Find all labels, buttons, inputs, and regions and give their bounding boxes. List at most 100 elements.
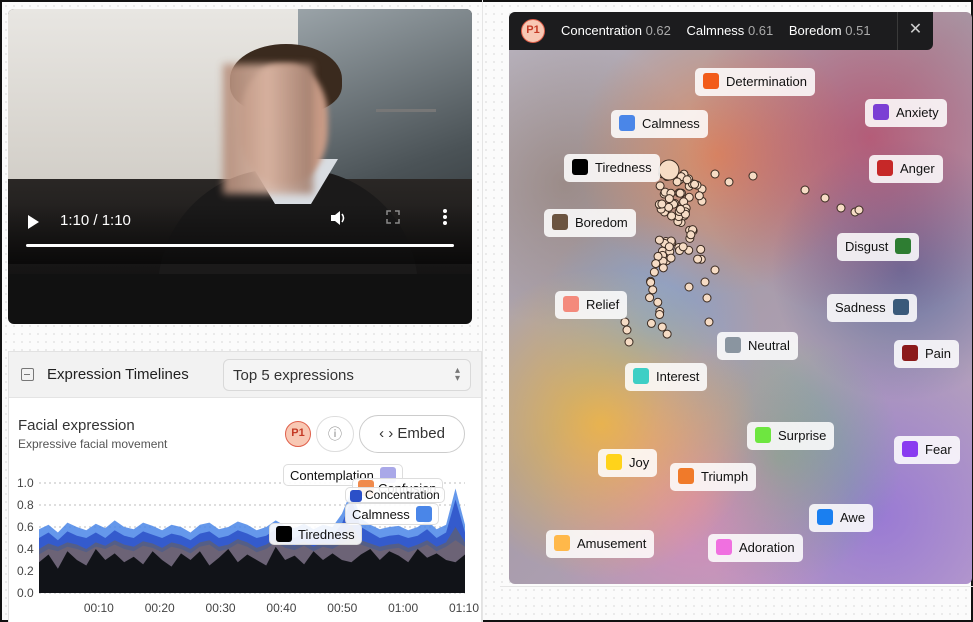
swatch (606, 454, 622, 470)
expression-filter-select[interactable]: Top 5 expressions ▴ ▾ (223, 359, 471, 391)
volume-icon[interactable] (330, 210, 348, 226)
map-label-triumph[interactable]: Triumph (670, 463, 757, 491)
trajectory-dot (620, 317, 630, 327)
swatch (554, 535, 570, 551)
trajectory-dot (662, 329, 672, 339)
swatch (563, 296, 579, 312)
section-title: Facial expression (18, 417, 135, 434)
swatch (902, 441, 918, 457)
map-label-surprise[interactable]: Surprise (747, 422, 835, 450)
stat-name: Boredom (788, 23, 842, 38)
video-controls: 1:10 / 1:10 (8, 204, 472, 264)
legend-label: Concentration (365, 488, 440, 502)
embed-label: Embed (397, 425, 445, 442)
trajectory-dot (836, 203, 846, 213)
swatch (892, 299, 909, 315)
trajectory-dot (657, 322, 667, 332)
info-icon[interactable]: ⓘ (316, 416, 354, 452)
trajectory-dot (686, 230, 696, 240)
chip-label: Calmness (642, 116, 700, 131)
chip-label: Pain (925, 346, 952, 361)
legend-label: Calmness (352, 507, 410, 522)
map-label-awe[interactable]: Awe (809, 504, 874, 532)
chip-label: Disgust (845, 239, 889, 254)
map-label-determination[interactable]: Determination (695, 68, 815, 96)
chip-label: Anger (900, 161, 935, 176)
video-player[interactable]: 1:10 / 1:10 (8, 9, 472, 324)
chip-label: Tiredness (595, 160, 652, 175)
map-label-anger[interactable]: Anger (869, 155, 943, 183)
chip-label: Anxiety (896, 105, 939, 120)
swatch (703, 73, 719, 89)
x-tick-label: 00:30 (206, 601, 236, 615)
swatch (895, 238, 912, 254)
chip-label: Interest (656, 369, 700, 384)
column-divider (482, 0, 483, 622)
trajectory-dot (724, 177, 734, 187)
trajectory-dot (690, 179, 700, 189)
trajectory-dot (657, 199, 667, 209)
trajectory-dot (664, 242, 674, 252)
trajectory-dot (666, 253, 676, 263)
trajectory-dot (622, 325, 632, 335)
map-label-calmness[interactable]: Calmness (611, 110, 708, 138)
panel-title: Expression Timelines (47, 366, 189, 383)
map-label-neutral[interactable]: Neutral (717, 332, 798, 360)
trajectory-dot (655, 310, 665, 320)
bottom-strip (500, 586, 973, 620)
map-label-disgust[interactable]: Disgust (837, 233, 920, 261)
legend-swatch (350, 490, 362, 502)
map-label-pain[interactable]: Pain (894, 340, 960, 368)
trajectory-dot (710, 265, 720, 275)
code-icon: ‹ › (379, 425, 394, 442)
swatch (572, 159, 588, 175)
participant-badge[interactable]: P1 (285, 421, 311, 447)
map-label-sadness[interactable]: Sadness (827, 294, 917, 322)
map-label-boredom[interactable]: Boredom (544, 209, 636, 237)
close-icon[interactable]: ✕ (897, 12, 933, 50)
map-label-amusement[interactable]: Amusement (546, 530, 655, 558)
collapse-icon[interactable] (21, 368, 34, 381)
panel-header: Expression Timelines Top 5 expressions ▴… (9, 352, 481, 398)
map-label-interest[interactable]: Interest (625, 363, 708, 391)
expression-timelines-panel: Expression Timelines Top 5 expressions ▴… (8, 351, 482, 622)
y-tick-label: 1.0 (17, 476, 34, 490)
x-tick-label: 00:50 (327, 601, 357, 615)
current-position-dot (658, 159, 680, 181)
map-label-adoration[interactable]: Adoration (708, 534, 803, 562)
trajectory-dot (676, 204, 686, 214)
trajectory-dot (696, 244, 706, 254)
select-value: Top 5 expressions (233, 367, 354, 384)
chip-label: Sadness (835, 300, 886, 315)
trajectory-dot (682, 175, 692, 185)
map-label-anxiety[interactable]: Anxiety (865, 99, 947, 127)
swatch (755, 427, 771, 443)
x-tick-label: 00:10 (84, 601, 114, 615)
trajectory-dot (704, 317, 714, 327)
y-tick-label: 0.0 (17, 586, 34, 600)
embed-button[interactable]: ‹ › Embed (359, 415, 465, 453)
blurred-face (223, 64, 313, 194)
trajectory-dot (693, 254, 703, 264)
trajectory-dot (624, 337, 634, 347)
fullscreen-icon[interactable] (386, 210, 400, 224)
map-label-relief[interactable]: Relief (555, 291, 628, 319)
video-progress-bar[interactable] (26, 244, 454, 247)
more-vertical-icon[interactable] (442, 208, 448, 226)
swatch (873, 104, 889, 120)
x-tick-label: 01:00 (388, 601, 418, 615)
legend-swatch (276, 526, 292, 542)
map-label-joy[interactable]: Joy (598, 449, 658, 477)
play-icon[interactable] (28, 215, 39, 229)
y-tick-label: 0.6 (17, 520, 34, 534)
stat-name: Concentration (561, 23, 642, 38)
chip-label: Surprise (778, 428, 827, 443)
trajectory-dot (854, 205, 864, 215)
trajectory-dot (648, 285, 658, 295)
trajectory-dot (649, 267, 659, 277)
map-label-tiredness[interactable]: Tiredness (564, 154, 660, 182)
participant-badge[interactable]: P1 (521, 19, 545, 43)
chip-label: Triumph (701, 469, 749, 484)
map-label-fear[interactable]: Fear (894, 436, 960, 464)
trajectory-dot (700, 277, 710, 287)
